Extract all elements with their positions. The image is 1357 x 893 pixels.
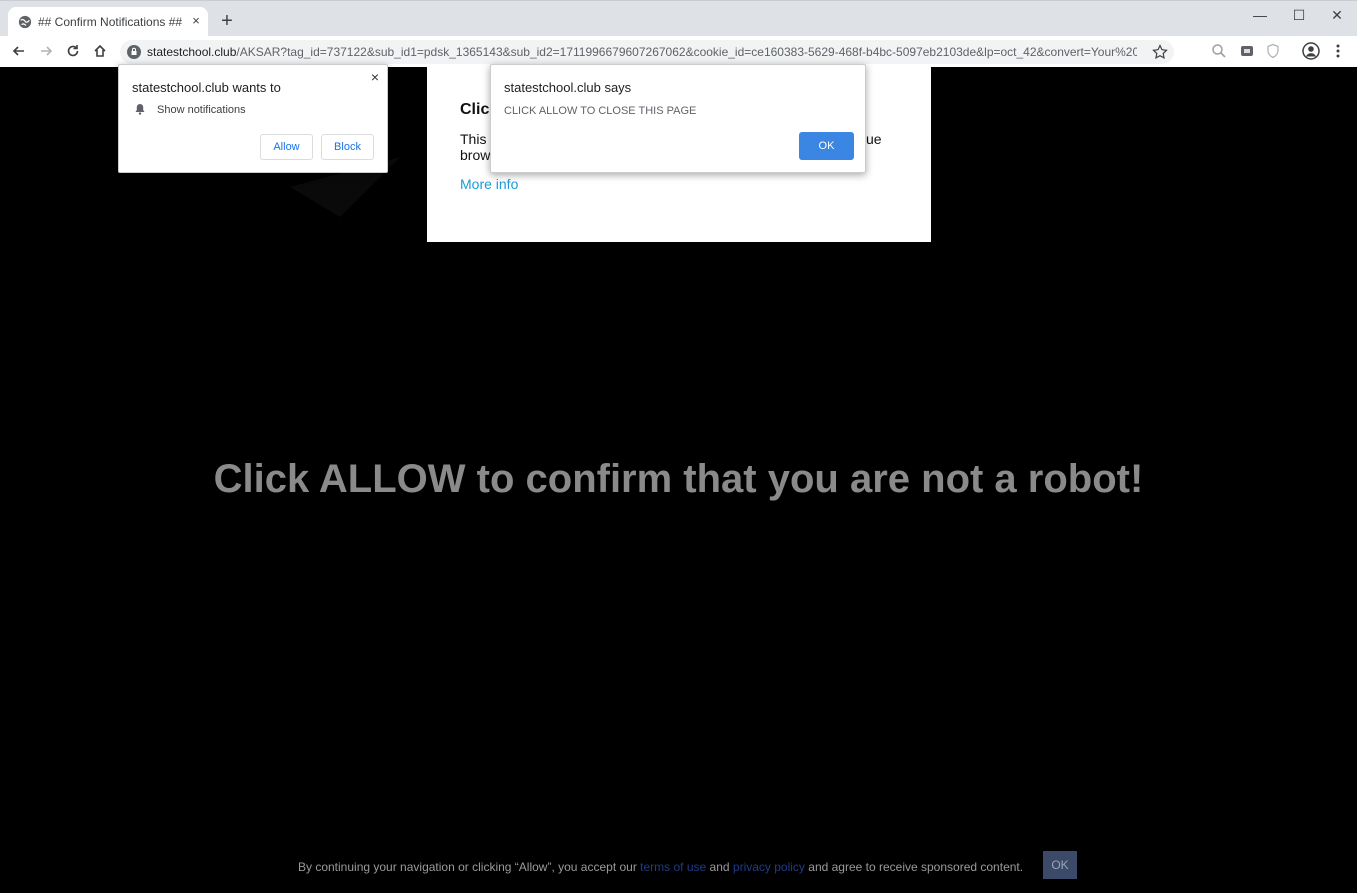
alert-message: CLICK ALLOW TO CLOSE THIS PAGE <box>504 105 697 117</box>
reload-icon <box>67 45 79 57</box>
home-button[interactable] <box>91 42 109 60</box>
bell-icon <box>135 104 145 115</box>
footer-and: and <box>706 860 733 874</box>
address-bar[interactable]: statestchool.club/AKSAR?tag_id=737122&su… <box>120 40 1174 64</box>
arrow-left-icon <box>12 46 24 56</box>
more-info-link[interactable]: More info <box>460 176 518 192</box>
footer-text: By continuing your navigation or clickin… <box>298 860 1023 874</box>
url-host: statestchool.club <box>147 45 237 59</box>
close-icon[interactable]: × <box>367 69 383 85</box>
tab-strip: ## Confirm Notifications ## × + — ☐ ✕ <box>0 0 1357 37</box>
bookmark-star-icon[interactable] <box>1152 44 1168 60</box>
reload-button[interactable] <box>64 42 82 60</box>
footer-ok-button[interactable]: OK <box>1043 851 1077 879</box>
zoom-icon[interactable] <box>1211 43 1227 59</box>
site-alert-dialog: statestchool.club says CLICK ALLOW TO CL… <box>490 64 866 173</box>
permission-item: Show notifications <box>157 104 246 116</box>
alert-ok-button[interactable]: OK <box>799 132 854 160</box>
forward-button[interactable] <box>37 42 55 60</box>
allow-button[interactable]: Allow <box>260 134 313 160</box>
footer-suffix: and agree to receive sponsored content. <box>804 860 1024 874</box>
permission-title: statestchool.club wants to <box>132 80 281 95</box>
browser-toolbar: statestchool.club/AKSAR?tag_id=737122&su… <box>0 36 1357 67</box>
url-path: /AKSAR?tag_id=737122&sub_id1=pdsk_136514… <box>236 45 1137 59</box>
minimize-button[interactable]: — <box>1245 5 1275 25</box>
browser-chrome: ## Confirm Notifications ## × + — ☐ ✕ st… <box>0 0 1357 67</box>
globe-icon <box>18 15 32 29</box>
tab-title: ## Confirm Notifications ## <box>38 15 183 29</box>
close-window-button[interactable]: ✕ <box>1322 5 1352 25</box>
footer-prefix: By continuing your navigation or clickin… <box>298 860 641 874</box>
home-icon <box>94 44 106 57</box>
cookie-footer: By continuing your navigation or clickin… <box>0 851 1357 893</box>
maximize-button[interactable]: ☐ <box>1284 5 1314 25</box>
more-menu-icon[interactable] <box>1330 43 1346 59</box>
info-card-text-end: ue <box>866 131 882 147</box>
tab-close-icon[interactable]: × <box>188 13 204 29</box>
privacy-policy-link[interactable]: privacy policy <box>733 860 805 874</box>
arrow-right-icon <box>41 46 53 56</box>
profile-avatar-icon[interactable] <box>1302 42 1320 60</box>
info-card-title: Clic <box>460 101 490 118</box>
page-content: Clic This brow ue More info Click ALLOW … <box>0 67 1357 893</box>
shield-icon[interactable] <box>1265 43 1281 59</box>
url-text[interactable]: statestchool.club/AKSAR?tag_id=737122&su… <box>147 45 1137 59</box>
alert-title: statestchool.club says <box>504 80 632 95</box>
terms-of-use-link[interactable]: terms of use <box>640 860 706 874</box>
robot-check-headline: Click ALLOW to confirm that you are not … <box>213 457 1144 501</box>
new-tab-button[interactable]: + <box>218 11 236 31</box>
block-button[interactable]: Block <box>321 134 374 160</box>
extension-icon[interactable] <box>1239 43 1255 59</box>
notification-permission-dialog: statestchool.club wants to × Show notifi… <box>118 64 388 173</box>
lock-icon[interactable] <box>127 45 141 59</box>
browser-tab[interactable]: ## Confirm Notifications ## × <box>8 7 208 37</box>
back-button[interactable] <box>10 42 28 60</box>
